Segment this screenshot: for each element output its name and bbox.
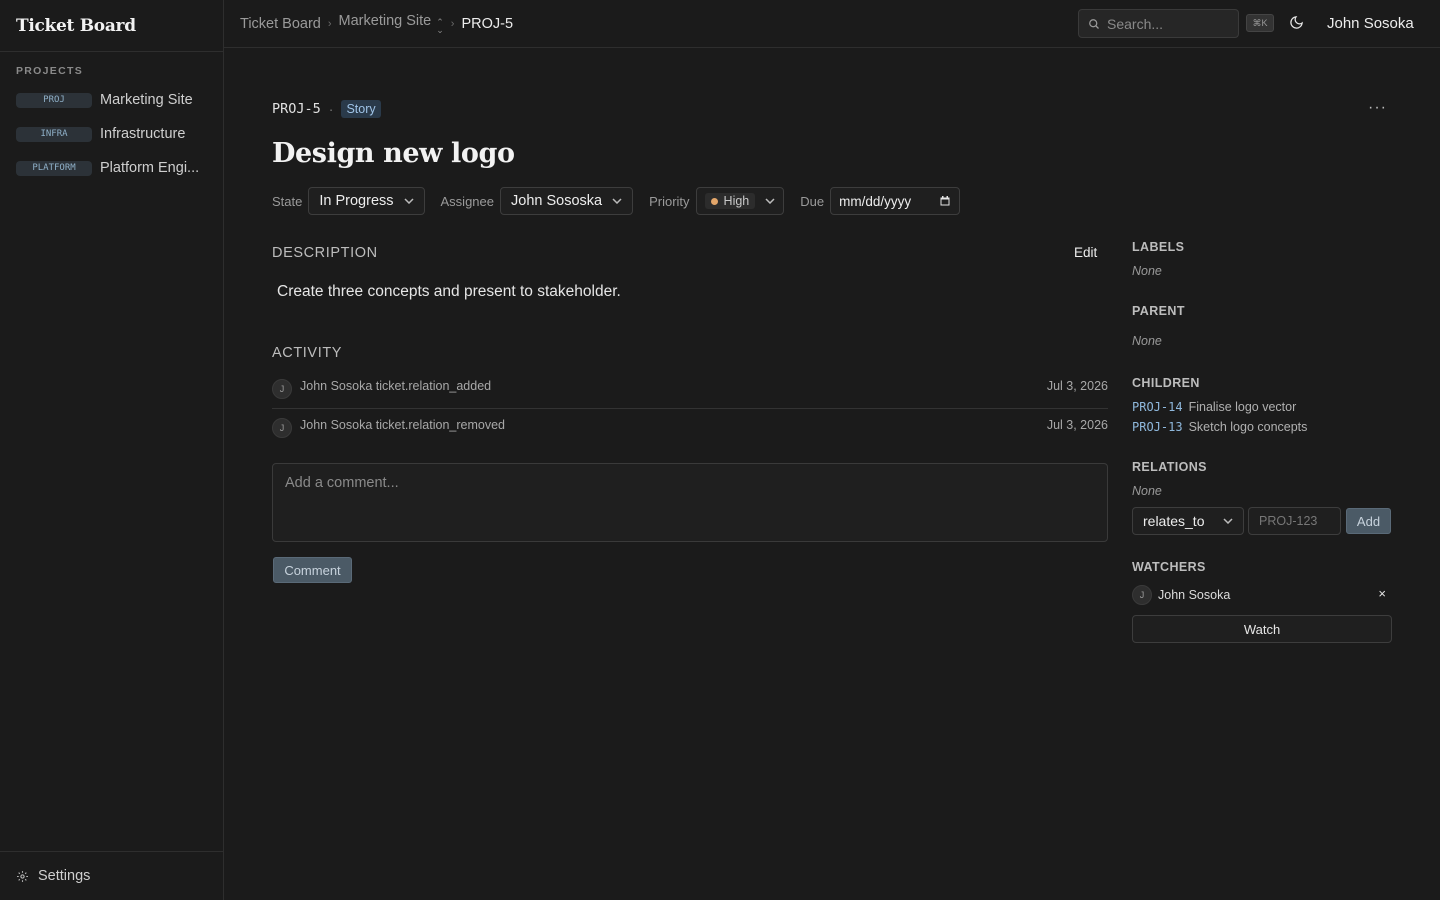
priority-pill: High <box>704 193 756 209</box>
state-label: State <box>272 193 303 209</box>
watch-button[interactable]: Watch <box>1132 615 1392 643</box>
chevron-down-icon <box>1223 518 1233 524</box>
breadcrumb-project-label: Marketing Site <box>338 13 432 29</box>
chevron-down-icon <box>403 198 414 204</box>
due-date-placeholder: mm/dd/yyyy <box>839 193 912 209</box>
watcher-name: John Sosoka <box>1158 588 1231 602</box>
due-date-input[interactable]: mm/dd/yyyy <box>830 187 961 215</box>
sidebar-item-platform-engineering[interactable]: PLATFORM Platform Engi... <box>0 151 223 185</box>
state-value: In Progress <box>319 193 394 209</box>
activity-text: John Sosoka ticket.relation_removed <box>300 418 505 432</box>
moon-icon[interactable] <box>1289 15 1304 30</box>
sidebar-item-marketing-site[interactable]: PROJ Marketing Site <box>0 83 223 117</box>
state-select[interactable]: In Progress <box>308 187 425 215</box>
priority-value: High <box>723 194 750 208</box>
parent-heading: PARENT <box>1132 304 1185 318</box>
parent-value[interactable]: None <box>1132 334 1162 348</box>
ticket-fields: State In Progress Assignee John Sososka … <box>272 187 961 215</box>
avatar: J <box>1132 585 1152 605</box>
search-input[interactable] <box>1107 15 1227 32</box>
avatar: J <box>272 379 292 399</box>
priority-dot-icon <box>710 197 718 205</box>
comment-button[interactable]: Comment <box>273 557 352 583</box>
projects-section-title: PROJECTS <box>16 65 83 77</box>
settings-link[interactable]: Settings <box>0 851 223 900</box>
chevron-down-icon <box>765 198 775 204</box>
relation-type-value: relates_to <box>1143 513 1205 529</box>
avatar: J <box>272 418 292 438</box>
edit-description-button[interactable]: Edit <box>1074 245 1097 260</box>
child-ticket-key[interactable]: PROJ-14 <box>1132 400 1183 414</box>
top-bar: Ticket Board › Marketing Site ⌃ ⌄ › PROJ-5… <box>224 0 1440 48</box>
chevron-right-icon: › <box>450 17 455 30</box>
labels-value: None <box>1132 264 1162 278</box>
project-name: Infrastructure <box>100 126 186 142</box>
watcher-item: J John Sosoka × <box>1132 585 1392 605</box>
breadcrumb-home[interactable]: Ticket Board <box>240 16 321 32</box>
priority-select[interactable]: High <box>695 187 785 215</box>
assignee-select[interactable]: John Sososka <box>500 187 634 215</box>
due-label: Due <box>800 193 825 209</box>
breadcrumb: Ticket Board › Marketing Site ⌃ ⌄ › PROJ-5 <box>240 13 514 35</box>
assignee-value: John Sososka <box>511 193 603 209</box>
activity-date: Jul 3, 2026 <box>1046 418 1108 432</box>
assignee-label: Assignee <box>440 193 494 209</box>
activity-item: J John Sosoka ticket.relation_removed Ju… <box>272 418 1108 438</box>
sidebar: Ticket Board PROJECTS PROJ Marketing Sit… <box>0 0 224 900</box>
calendar-icon[interactable] <box>939 195 951 207</box>
project-list: PROJ Marketing Site INFRA Infrastructure… <box>0 83 223 185</box>
search-icon <box>1089 18 1099 29</box>
add-relation-button[interactable]: Add <box>1346 508 1391 534</box>
updown-chevron-icon: ⌃ ⌄ <box>436 17 444 35</box>
comment-input[interactable] <box>272 463 1108 542</box>
child-ticket[interactable]: PROJ-13 Sketch logo concepts <box>1132 420 1307 434</box>
labels-heading: LABELS <box>1132 240 1185 254</box>
meta-separator: · <box>328 101 334 117</box>
relation-type-select[interactable]: relates_to <box>1132 507 1244 535</box>
project-name: Marketing Site <box>100 92 193 108</box>
ticket-meta: PROJ-5 · Story <box>272 100 381 118</box>
project-key-badge: PLATFORM <box>16 160 92 176</box>
sidebar-item-infrastructure[interactable]: INFRA Infrastructure <box>0 117 223 151</box>
child-ticket-key[interactable]: PROJ-13 <box>1132 420 1183 434</box>
user-menu[interactable]: John Sosoka <box>1327 15 1414 32</box>
chevron-right-icon: › <box>327 17 332 30</box>
project-key-badge: INFRA <box>16 126 92 142</box>
chevron-down-icon <box>612 198 622 204</box>
children-heading: CHILDREN <box>1132 376 1200 390</box>
child-ticket-title: Finalise logo vector <box>1188 400 1297 414</box>
activity-heading: ACTIVITY <box>272 345 343 361</box>
description-text: Create three concepts and present to sta… <box>277 283 621 300</box>
ticket-id: PROJ-5 <box>272 101 321 117</box>
breadcrumb-current: PROJ-5 <box>461 15 514 32</box>
relation-ticket-input[interactable] <box>1248 507 1341 535</box>
ticket-type-badge: Story <box>341 100 381 118</box>
more-options-button[interactable]: ··· <box>1368 99 1387 117</box>
remove-watcher-button[interactable]: × <box>1378 586 1386 601</box>
relations-heading: RELATIONS <box>1132 460 1207 474</box>
activity-text: John Sosoka ticket.relation_added <box>300 379 492 393</box>
ticket-title[interactable]: Design new logo <box>272 138 515 169</box>
settings-label: Settings <box>38 868 91 884</box>
gear-icon <box>17 870 28 882</box>
project-name: Platform Engi... <box>100 160 200 176</box>
breadcrumb-project[interactable]: Marketing Site ⌃ ⌄ <box>338 13 444 35</box>
activity-divider <box>272 408 1108 409</box>
description-heading: DESCRIPTION <box>272 245 378 261</box>
watchers-heading: WATCHERS <box>1132 560 1206 574</box>
child-ticket[interactable]: PROJ-14 Finalise logo vector <box>1132 400 1296 414</box>
activity-date: Jul 3, 2026 <box>1046 379 1108 393</box>
project-key-badge: PROJ <box>16 92 92 108</box>
activity-item: J John Sosoka ticket.relation_added Jul … <box>272 379 1108 399</box>
app-title[interactable]: Ticket Board <box>0 0 223 52</box>
relations-value: None <box>1132 484 1162 498</box>
child-ticket-title: Sketch logo concepts <box>1188 420 1308 434</box>
search-box[interactable] <box>1078 9 1239 38</box>
priority-label: Priority <box>649 193 690 209</box>
shortcut-hint: ⌘K <box>1246 14 1274 32</box>
